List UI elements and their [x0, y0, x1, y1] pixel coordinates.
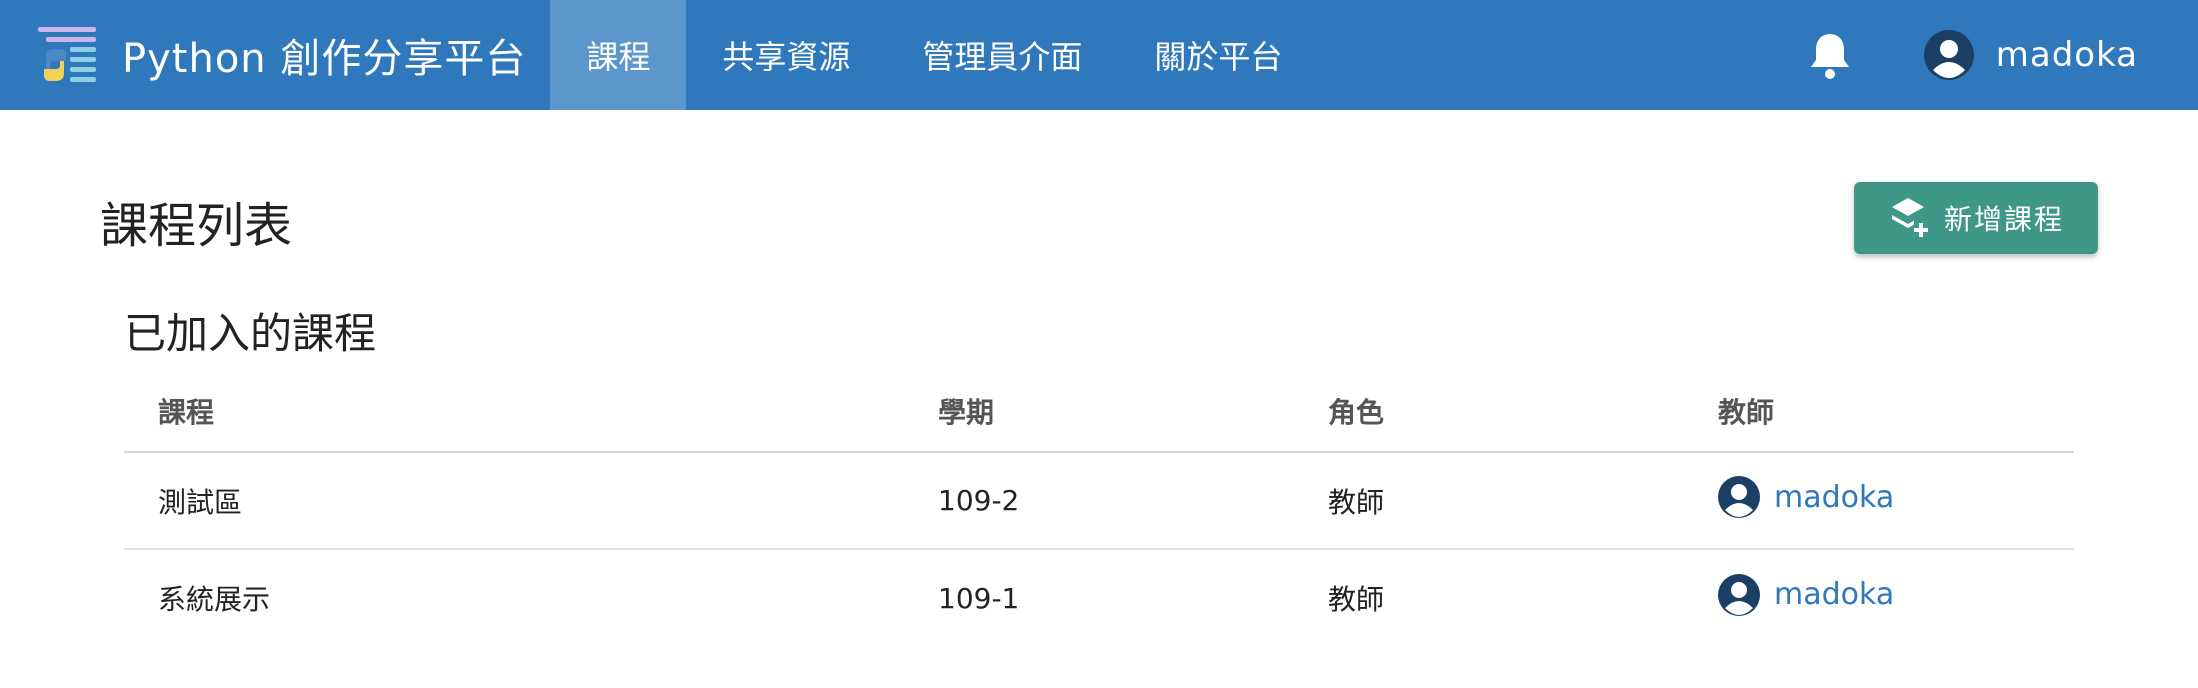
- layers-plus-icon: [1891, 198, 1928, 237]
- page-title: 課程列表: [100, 198, 293, 254]
- brand-name: Python 創作分享平台: [122, 36, 527, 82]
- joined-courses-table: 課程 學期 角色 教師 測試區 109-2 教師 madoka 系統展示 109…: [124, 370, 2074, 646]
- user-avatar-icon: [1923, 30, 1974, 80]
- course-term: 109-1: [938, 581, 1020, 615]
- platform-logo-icon: [38, 27, 96, 82]
- nav-item-courses[interactable]: 課程: [550, 0, 687, 110]
- user-menu[interactable]: madoka: [1923, 30, 2138, 80]
- column-header-term: 學期: [904, 370, 1294, 453]
- table-header-row: 課程 學期 角色 教師: [124, 370, 2074, 453]
- nav-menu: 課程 共享資源 管理員介面 關於平台: [550, 0, 1318, 110]
- course-name[interactable]: 測試區: [124, 452, 904, 550]
- column-header-role: 角色: [1294, 370, 1684, 453]
- column-header-course: 課程: [124, 370, 904, 453]
- course-teacher: madoka: [1684, 549, 2074, 646]
- nav-item-shared-resources[interactable]: 共享資源: [686, 0, 886, 110]
- teacher-avatar-icon: [1718, 476, 1760, 518]
- add-course-label: 新增課程: [1943, 203, 2064, 236]
- teacher-name: madoka: [1774, 577, 1895, 612]
- table-row[interactable]: 測試區 109-2 教師 madoka: [124, 452, 2074, 550]
- table-row[interactable]: 系統展示 109-1 教師 madoka: [124, 549, 2074, 646]
- brand[interactable]: Python 創作分享平台: [0, 0, 550, 110]
- user-name: madoka: [1995, 35, 2138, 75]
- column-header-teacher: 教師: [1684, 370, 2074, 453]
- add-course-button[interactable]: 新增課程: [1854, 182, 2098, 254]
- teacher-link[interactable]: madoka: [1718, 476, 1894, 518]
- teacher-avatar-icon: [1718, 573, 1760, 616]
- course-teacher: madoka: [1684, 452, 2074, 550]
- joined-courses-title: 已加入的課程: [124, 309, 377, 358]
- course-role: 教師: [1328, 583, 1385, 616]
- course-term: 109-2: [904, 452, 1294, 550]
- top-navbar: Python 創作分享平台 課程 共享資源 管理員介面 關於平台 madoka: [0, 0, 2198, 110]
- nav-item-admin[interactable]: 管理員介面: [886, 0, 1118, 110]
- nav-item-about[interactable]: 關於平台: [1118, 0, 1318, 110]
- teacher-name: madoka: [1774, 479, 1895, 515]
- bell-icon[interactable]: [1808, 30, 1852, 80]
- course-role: 教師: [1294, 452, 1684, 550]
- teacher-link[interactable]: madoka: [1718, 573, 1895, 616]
- nav-right: madoka: [1808, 0, 2138, 110]
- course-name[interactable]: 系統展示: [124, 549, 904, 646]
